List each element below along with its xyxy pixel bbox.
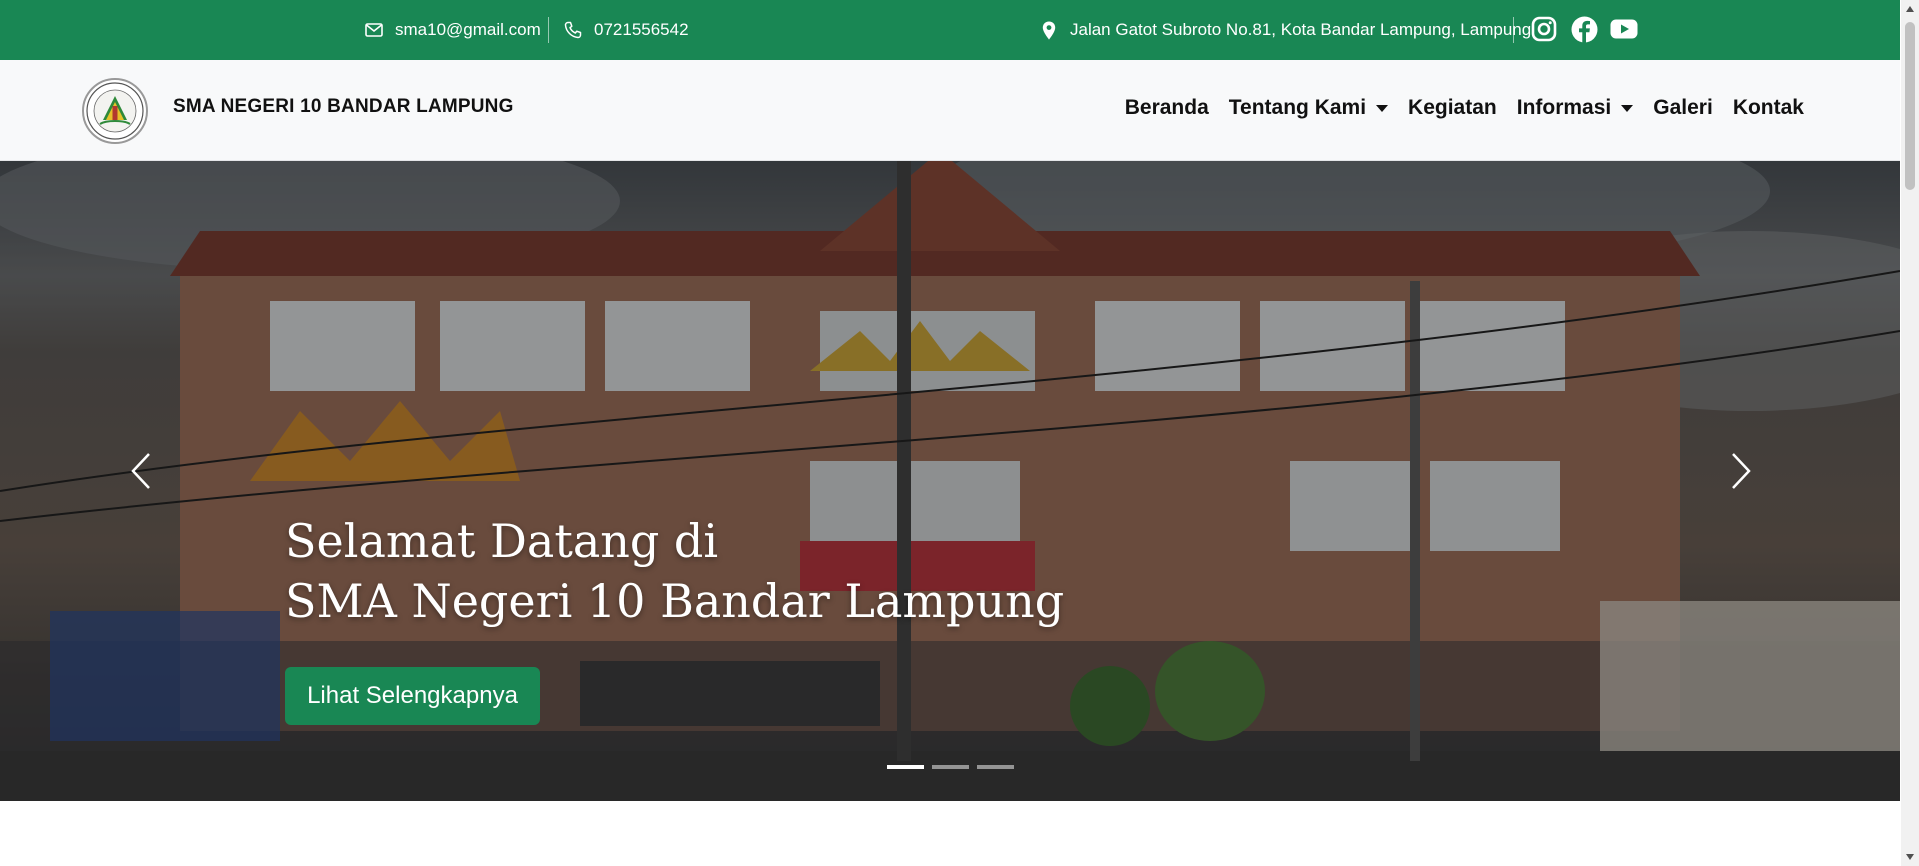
divider bbox=[548, 17, 549, 43]
nav-item-galeri[interactable]: Galeri bbox=[1653, 96, 1713, 120]
carousel-indicator[interactable] bbox=[977, 765, 1014, 769]
brand-name[interactable]: SMA NEGERI 10 BANDAR LAMPUNG bbox=[173, 96, 514, 118]
email-text: sma10@gmail.com bbox=[395, 20, 541, 39]
nav-item-kegiatan[interactable]: Kegiatan bbox=[1408, 96, 1497, 120]
carousel-prev-button[interactable] bbox=[111, 441, 171, 501]
email-contact[interactable]: sma10@gmail.com bbox=[363, 0, 541, 60]
nav-item-label: Beranda bbox=[1124, 96, 1209, 119]
hero-title: Selamat Datang di SMA Negeri 10 Bandar L… bbox=[285, 511, 1064, 631]
nav-item-kontak[interactable]: Kontak bbox=[1733, 96, 1804, 120]
address-text: Jalan Gatot Subroto No.81, Kota Bandar L… bbox=[1070, 20, 1532, 39]
scrollbar-thumb[interactable] bbox=[1905, 22, 1915, 190]
nav-item-label: Kontak bbox=[1732, 96, 1804, 119]
divider bbox=[1513, 17, 1514, 43]
facebook-icon[interactable] bbox=[1569, 14, 1599, 44]
hero-title-line1: Selamat Datang di bbox=[285, 514, 719, 568]
nav-item-beranda[interactable]: Beranda bbox=[1125, 96, 1209, 120]
school-logo[interactable] bbox=[82, 78, 148, 144]
location-pin-icon bbox=[1038, 19, 1060, 41]
hero-title-line2: SMA Negeri 10 Bandar Lampung bbox=[285, 574, 1065, 628]
top-contact-bar: sma10@gmail.com 0721556542 Jalan Gatot S… bbox=[0, 0, 1900, 60]
caret-down-icon bbox=[1621, 104, 1634, 112]
mail-icon bbox=[363, 19, 385, 41]
youtube-icon[interactable] bbox=[1609, 14, 1639, 44]
address-contact: Jalan Gatot Subroto No.81, Kota Bandar L… bbox=[1038, 0, 1531, 60]
social-links bbox=[1529, 14, 1639, 44]
scroll-up-arrow-icon[interactable] bbox=[1906, 6, 1914, 12]
carousel-indicator[interactable] bbox=[932, 765, 969, 769]
nav-item-informasi[interactable]: Informasi bbox=[1517, 96, 1634, 120]
carousel-indicator[interactable] bbox=[887, 765, 924, 769]
caret-down-icon bbox=[1376, 104, 1389, 112]
main-navbar: SMA NEGERI 10 BANDAR LAMPUNG Beranda Ten… bbox=[0, 60, 1900, 161]
phone-text: 0721556542 bbox=[594, 20, 689, 39]
nav-item-tentang-kami[interactable]: Tentang Kami bbox=[1228, 96, 1389, 120]
scroll-down-arrow-icon[interactable] bbox=[1906, 854, 1914, 860]
nav-item-label: Galeri bbox=[1653, 96, 1713, 119]
see-more-button[interactable]: Lihat Selengkapnya bbox=[285, 667, 540, 725]
page-scrollbar[interactable] bbox=[1901, 0, 1919, 866]
carousel-next-button[interactable] bbox=[1711, 441, 1771, 501]
phone-icon bbox=[562, 19, 584, 41]
nav-item-label: Informasi bbox=[1516, 96, 1612, 119]
carousel-indicators bbox=[887, 765, 1014, 769]
chevron-right-icon bbox=[1732, 453, 1751, 489]
instagram-icon[interactable] bbox=[1529, 14, 1559, 44]
phone-contact[interactable]: 0721556542 bbox=[562, 0, 689, 60]
hero-carousel: Selamat Datang di SMA Negeri 10 Bandar L… bbox=[0, 161, 1900, 801]
nav-menu: Beranda Tentang Kami Kegiatan Informasi … bbox=[1125, 96, 1804, 120]
chevron-left-icon bbox=[131, 453, 150, 489]
nav-item-label: Kegiatan bbox=[1408, 96, 1497, 119]
nav-item-label: Tentang Kami bbox=[1228, 96, 1367, 119]
